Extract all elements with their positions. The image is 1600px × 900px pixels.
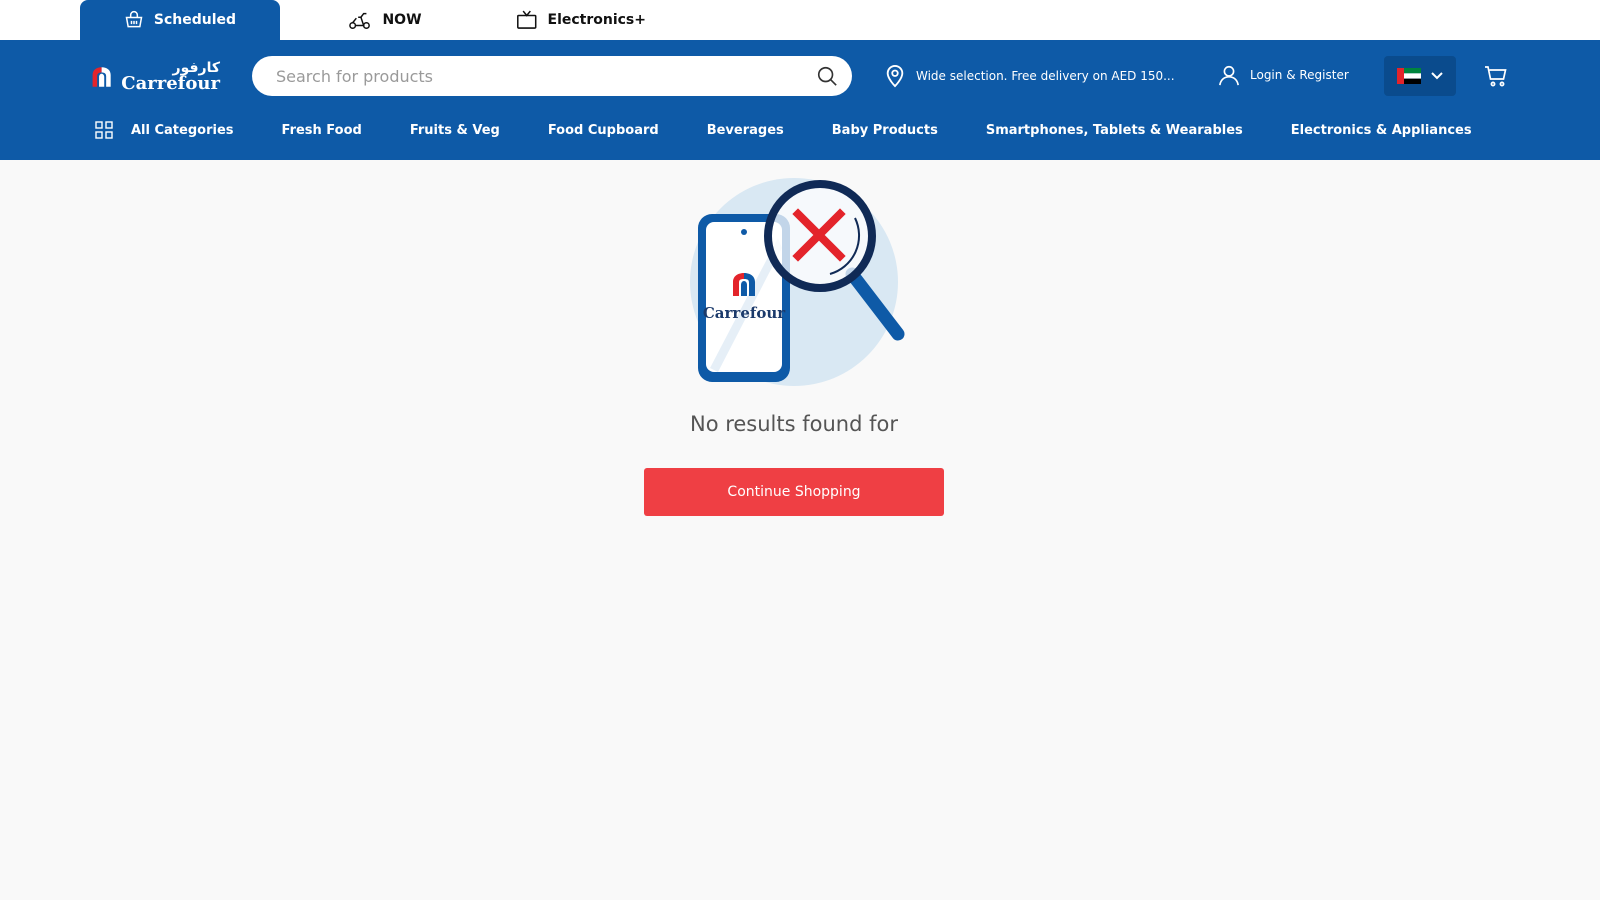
user-icon bbox=[1219, 65, 1239, 86]
nav-fruits-veg[interactable]: Fruits & Veg bbox=[410, 123, 500, 138]
delivery-mode-bar: Scheduled NOW Electronics+ bbox=[0, 0, 1600, 40]
continue-shopping-button[interactable]: Continue Shopping bbox=[644, 468, 944, 516]
carrefour-logo-icon bbox=[92, 67, 111, 87]
logo-english-text: Carrefour bbox=[121, 73, 220, 94]
login-register-link[interactable]: Login & Register bbox=[1218, 64, 1349, 86]
illustration-brand-text: Carrefour bbox=[703, 304, 786, 322]
nav-food-cupboard[interactable]: Food Cupboard bbox=[548, 123, 659, 138]
scooter-icon bbox=[349, 12, 371, 29]
grid-icon bbox=[95, 121, 113, 139]
search-icon[interactable] bbox=[816, 65, 838, 87]
uae-flag-icon bbox=[1397, 68, 1421, 84]
shopping-basket-icon bbox=[125, 11, 143, 28]
tab-label: NOW bbox=[382, 12, 422, 28]
tab-now[interactable]: NOW bbox=[340, 0, 430, 40]
nav-baby-products[interactable]: Baby Products bbox=[832, 123, 938, 138]
nav-fresh-food[interactable]: Fresh Food bbox=[282, 123, 362, 138]
location-pin-icon bbox=[886, 65, 904, 88]
cart-button[interactable] bbox=[1484, 64, 1508, 92]
tab-label: Electronics+ bbox=[547, 12, 647, 28]
tv-icon bbox=[517, 10, 537, 29]
nav-smartphones-tablets-wearables[interactable]: Smartphones, Tablets & Wearables bbox=[986, 123, 1243, 138]
tab-label: Scheduled bbox=[153, 12, 237, 28]
tab-scheduled[interactable]: Scheduled bbox=[80, 0, 280, 40]
cart-icon bbox=[1485, 66, 1507, 87]
site-header: كارفور Carrefour Wide selection. Free de… bbox=[0, 40, 1600, 160]
delivery-location[interactable]: Wide selection. Free delivery on AED 150… bbox=[884, 64, 1175, 88]
search-bar bbox=[252, 56, 852, 96]
nav-beverages[interactable]: Beverages bbox=[707, 123, 784, 138]
login-label: Login & Register bbox=[1250, 68, 1349, 82]
tab-electronics-plus[interactable]: Electronics+ bbox=[516, 0, 646, 40]
delivery-text: Wide selection. Free delivery on AED 150… bbox=[916, 69, 1175, 83]
nav-all-categories[interactable]: All Categories bbox=[95, 121, 234, 139]
no-results-message: No results found for bbox=[689, 412, 898, 436]
no-results-illustration: Carrefour bbox=[690, 178, 905, 386]
category-nav: All Categories Fresh Food Fruits & Veg F… bbox=[95, 118, 1520, 142]
carrefour-logo[interactable]: كارفور Carrefour bbox=[90, 58, 220, 96]
nav-label: All Categories bbox=[131, 122, 234, 138]
chevron-down-icon bbox=[1431, 72, 1443, 80]
language-selector[interactable] bbox=[1384, 56, 1456, 96]
nav-electronics-appliances[interactable]: Electronics & Appliances bbox=[1291, 123, 1472, 138]
search-input[interactable] bbox=[276, 66, 816, 86]
